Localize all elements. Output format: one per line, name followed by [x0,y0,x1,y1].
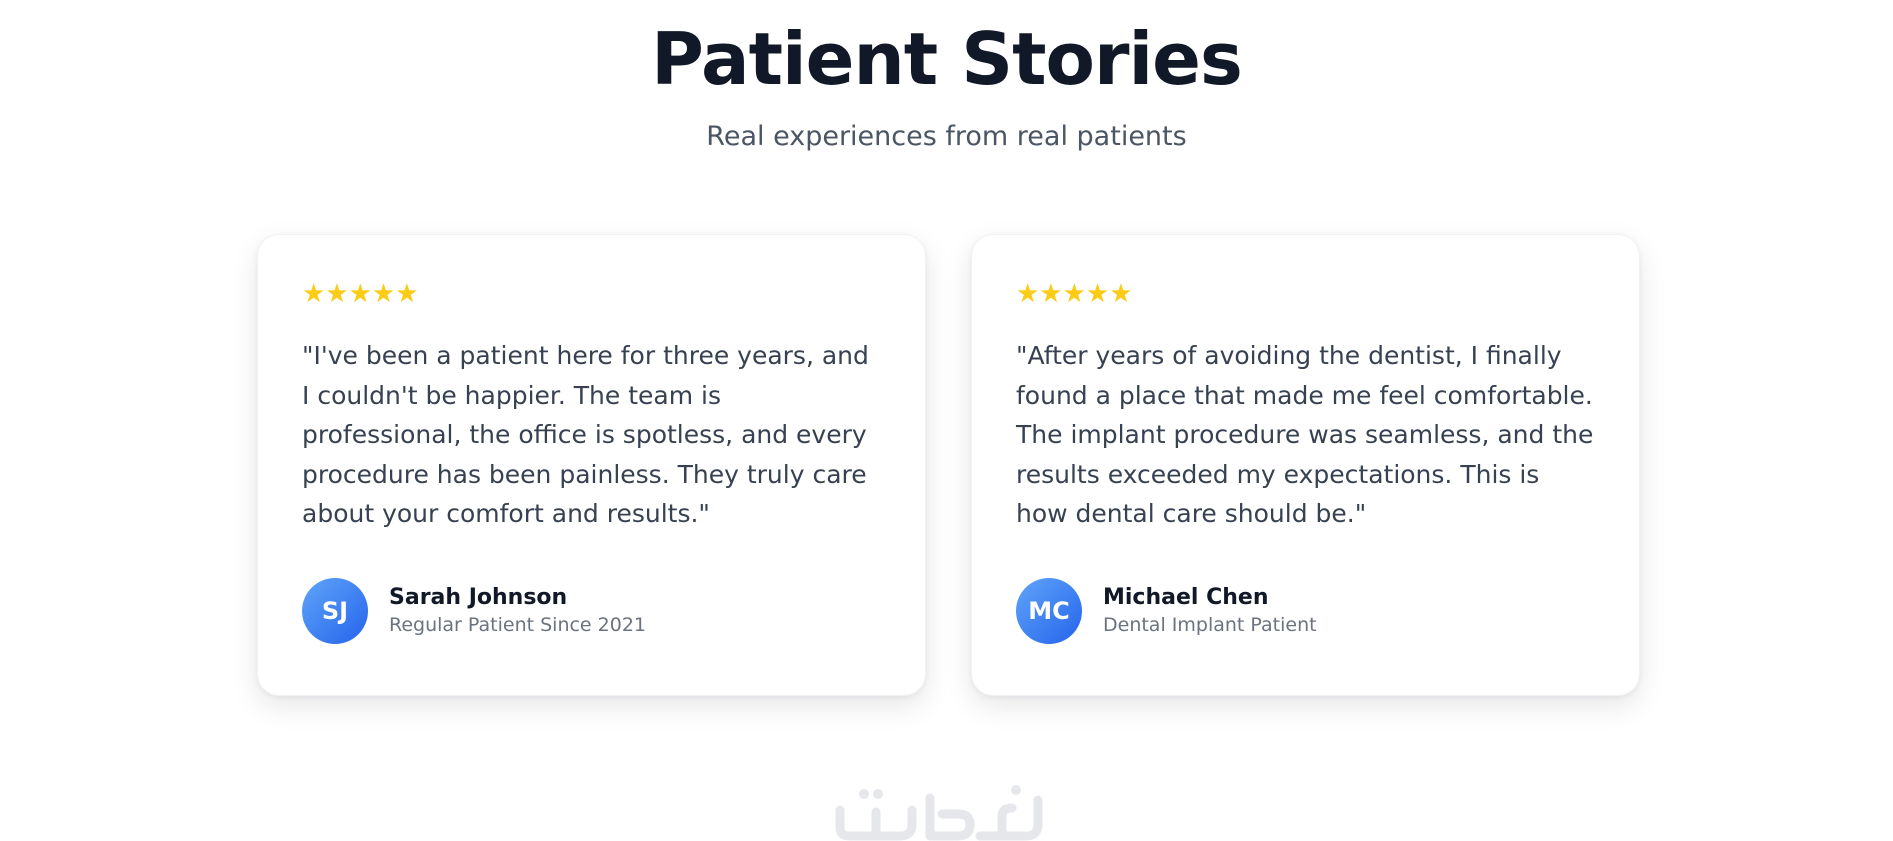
author-info: Michael Chen Dental Implant Patient [1103,584,1317,638]
author-info: Sarah Johnson Regular Patient Since 2021 [389,584,646,638]
testimonial-card: ★★★★★ "I've been a patient here for thre… [257,234,926,696]
avatar: MC [1016,578,1082,644]
star-rating: ★★★★★ [302,279,881,309]
author-name: Sarah Johnson [389,585,568,610]
author-name: Michael Chen [1103,585,1269,610]
star-icon: ★★★★★ [302,279,419,309]
page-subtitle: Real experiences from real patients [706,121,1187,152]
star-icon: ★★★★★ [1016,279,1133,309]
watermark-logo [830,770,1062,841]
watermark-logo-graphic [835,785,1043,841]
testimonials-list: ★★★★★ "I've been a patient here for thre… [257,234,1640,696]
testimonial-author: MC Michael Chen Dental Implant Patient [1016,578,1595,644]
testimonial-quote: "I've been a patient here for three year… [302,341,869,528]
author-role: Regular Patient Since 2021 [389,614,647,636]
star-rating: ★★★★★ [1016,279,1595,309]
author-role: Dental Implant Patient [1103,614,1317,636]
testimonial-card: ★★★★★ "After years of avoiding the denti… [971,234,1640,696]
page-title: Patient Stories [651,17,1243,101]
section-header: Patient Stories Real experiences from re… [0,0,1893,154]
avatar: SJ [302,578,368,644]
testimonial-quote: "After years of avoiding the dentist, I … [1016,341,1594,528]
testimonial-author: SJ Sarah Johnson Regular Patient Since 2… [302,578,881,644]
testimonials-page: Patient Stories Real experiences from re… [0,0,1893,841]
